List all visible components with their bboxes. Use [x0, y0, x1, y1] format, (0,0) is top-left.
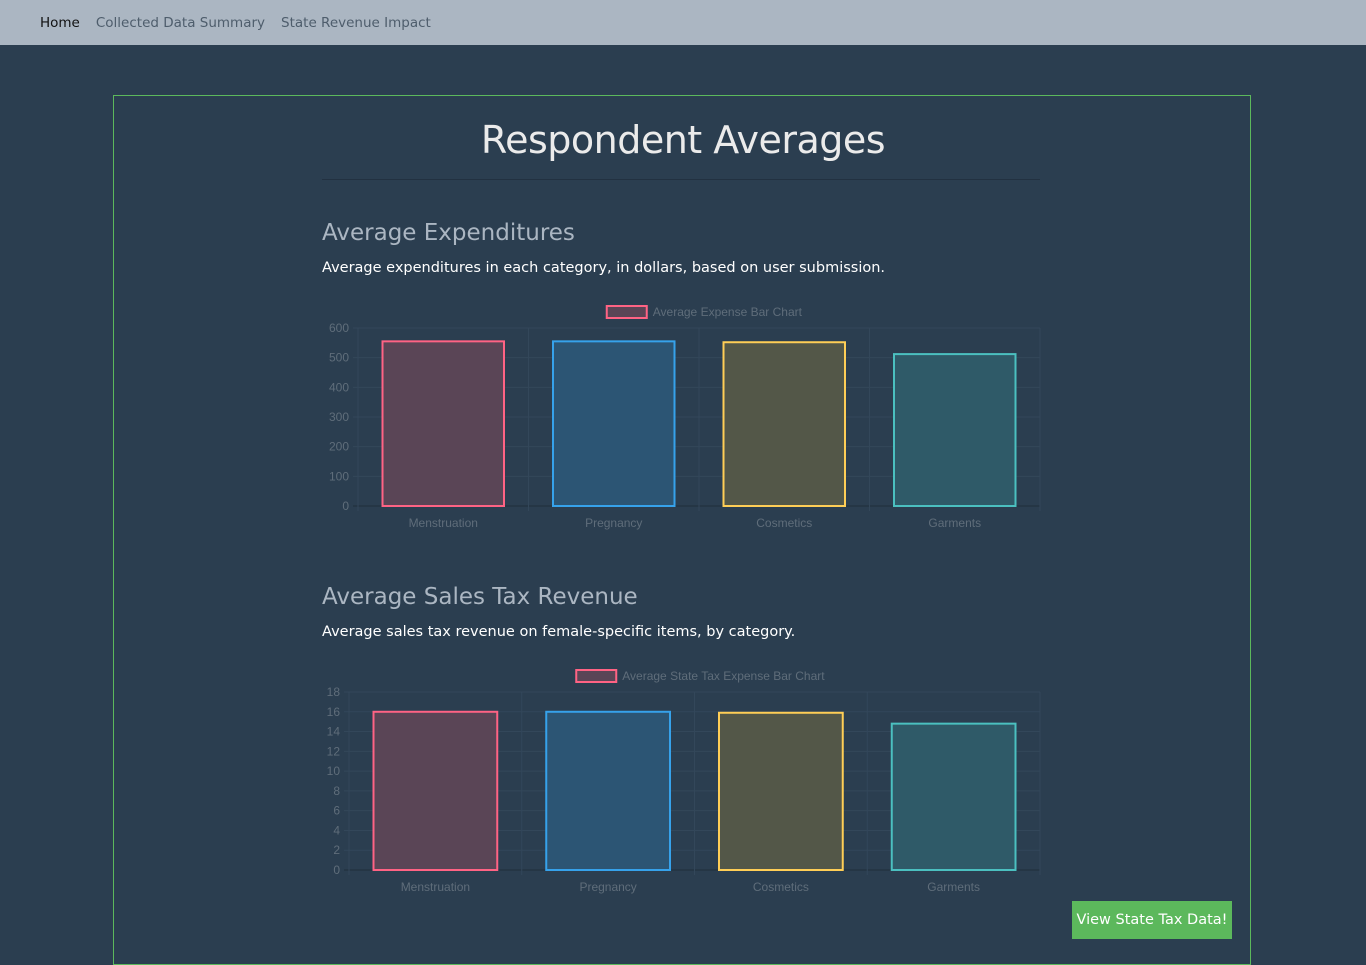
y-tick-label: 600 [329, 321, 349, 335]
legend-swatch [575, 669, 618, 683]
y-tick-label: 8 [333, 784, 340, 798]
x-tick-label: Pregnancy [585, 516, 642, 530]
y-tick-label: 16 [327, 705, 341, 719]
y-tick-label: 300 [329, 410, 349, 424]
x-tick-label: Pregnancy [579, 880, 636, 894]
y-tick-label: 500 [329, 351, 349, 365]
x-tick-label: Cosmetics [753, 880, 809, 894]
top-navbar: Home Collected Data Summary State Revenu… [0, 0, 1366, 45]
title-divider [322, 179, 1040, 180]
y-tick-label: 200 [329, 440, 349, 454]
bar-garments [893, 353, 1017, 507]
bar-garments [890, 722, 1017, 872]
y-tick-label: 400 [329, 380, 349, 394]
bar-menstruation [372, 710, 499, 872]
y-tick-label: 2 [333, 843, 340, 857]
average-expense-bar-chart: Average Expense Bar Chart 0 100 200 300 400 50… [329, 305, 1041, 530]
bar-cosmetics [718, 711, 844, 872]
x-tick-label: Garments [928, 516, 981, 530]
bar-pregnancy [545, 710, 671, 872]
average-state-tax-bar-chart: Average State Tax Expense Bar Chart 0 2 4 6 8… [327, 669, 1041, 894]
y-tick-label: 4 [333, 823, 340, 837]
y-tick-label: 0 [342, 499, 349, 513]
nav-state-revenue-impact-link[interactable]: State Revenue Impact [281, 15, 431, 31]
legend-label: Average Expense Bar Chart [653, 305, 803, 319]
y-tick-label: 6 [333, 804, 340, 818]
x-tick-label: Cosmetics [756, 516, 812, 530]
nav-collected-data-summary-link[interactable]: Collected Data Summary [96, 15, 265, 31]
y-tick-label: 100 [329, 469, 349, 483]
view-state-tax-data-button[interactable]: View State Tax Data! [1072, 901, 1232, 939]
legend-swatch [605, 305, 648, 319]
y-tick-label: 10 [327, 764, 341, 778]
expenditures-section-title: Average Expenditures [322, 220, 575, 246]
bar-menstruation [381, 340, 505, 507]
bar-pregnancy [552, 340, 676, 507]
legend-label: Average State Tax Expense Bar Chart [622, 669, 825, 683]
x-tick-label: Garments [927, 880, 980, 894]
y-tick-label: 12 [327, 744, 341, 758]
x-tick-label: Menstruation [409, 516, 478, 530]
expenditures-section-description: Average expenditures in each category, i… [322, 260, 886, 276]
y-tick-label: 0 [333, 863, 340, 877]
x-tick-label: Menstruation [401, 880, 470, 894]
y-tick-label: 14 [327, 725, 341, 739]
sales-tax-section-description: Average sales tax revenue on female-spec… [322, 624, 796, 640]
y-tick-label: 18 [327, 685, 341, 699]
bar-cosmetics [722, 341, 846, 507]
nav-home-link[interactable]: Home [40, 15, 80, 31]
page-title: Respondent Averages [480, 118, 886, 162]
sales-tax-section-title: Average Sales Tax Revenue [322, 584, 638, 610]
